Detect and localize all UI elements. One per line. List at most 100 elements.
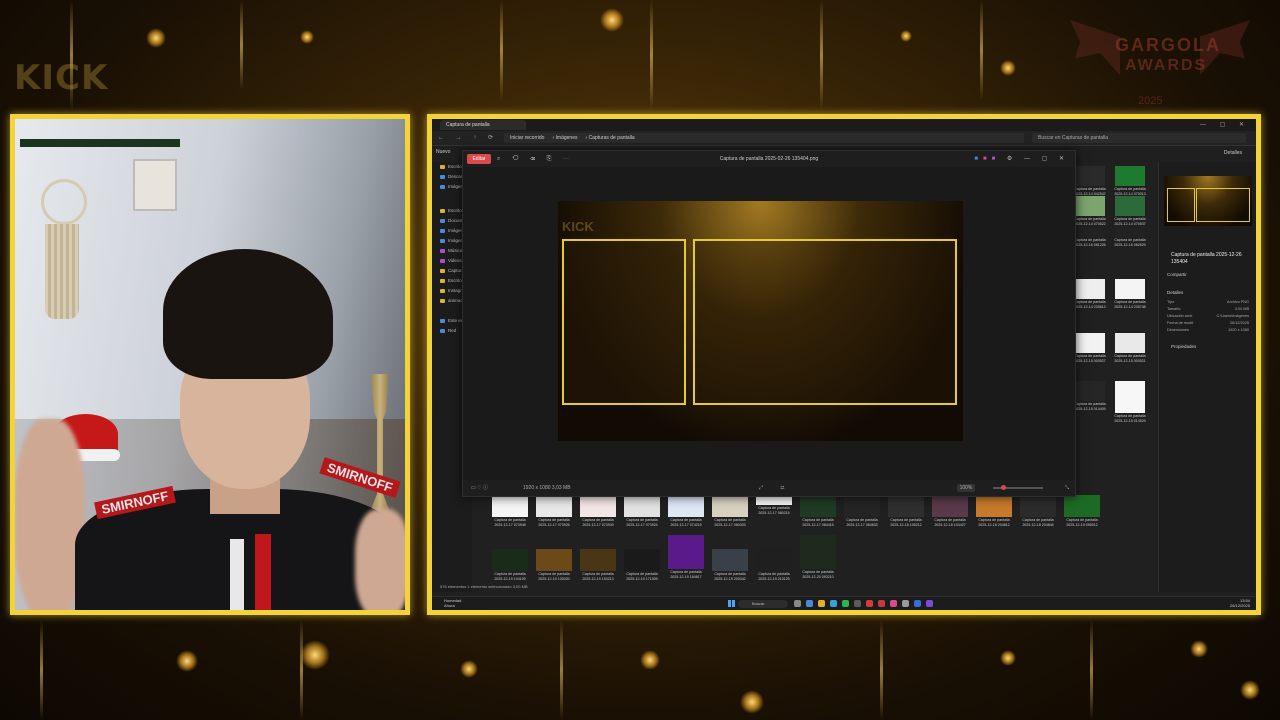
dreamcatcher-ring: [41, 179, 87, 225]
file-thumbnail[interactable]: Captura de pantalla 2025-12-18 105212: [886, 495, 926, 529]
details-row: Ubicación arch. C:\Users\Imágenes: [1167, 314, 1249, 318]
viewer-footer-icons[interactable]: ▭ ♡ ⓘ: [471, 480, 488, 496]
file-thumbnail[interactable]: Captura de pantalla 2025-12-17 073926: [534, 495, 574, 529]
fullscreen-icon[interactable]: ⤡: [1065, 480, 1069, 496]
details-filename: Captura de pantalla 2025-12-26 135404: [1171, 252, 1242, 265]
file-thumbnail[interactable]: Captura de pantalla 2025-12-19 171509: [622, 549, 662, 583]
address-bar: ← → ↑ ⟳ Iniciar recorrido › Imágenes › Cap…: [432, 131, 1256, 146]
folder-icon[interactable]: [818, 600, 825, 607]
share-button[interactable]: Compartir: [1167, 272, 1187, 277]
details-preview: [1164, 176, 1252, 226]
photo-viewer: Editar ⌕ ⟲ ⌫ ⎘ ⋯ Captura de pantalla 202…: [462, 150, 1076, 497]
event-logo-line1: GARGOLA: [1115, 35, 1221, 55]
file-thumbnail[interactable]: Captura de pantalla 2025-12-16 082629: [1114, 227, 1146, 267]
preview-frame-left: [562, 239, 686, 405]
screen-capture: Captura de pantalla — ▢ ✕ ← → ↑ ⟳ Inicia…: [427, 114, 1261, 615]
image-info: 1920 x 1080 3,03 MB: [523, 485, 571, 491]
windows-start-icon[interactable]: [728, 600, 735, 607]
preview-kick-logo: KICK: [562, 219, 594, 234]
file-thumbnail[interactable]: Captura de pantalla 2025-12-17 080303: [710, 495, 750, 529]
details-pane: Captura de pantalla 2025-12-26 135404 Co…: [1158, 162, 1256, 592]
dreamcatcher-tassel: [45, 224, 79, 319]
opera-icon[interactable]: [866, 600, 873, 607]
file-thumbnail[interactable]: Captura de pantalla 2025-12-19 184817: [666, 535, 706, 579]
nav-arrows-icon[interactable]: ← → ↑ ⟳: [438, 131, 498, 145]
viewer-window-controls[interactable]: ■■■ ⚙ — ▢ ✕: [974, 154, 1069, 164]
file-thumbnail[interactable]: Captura de pantalla 2025-12-15 000527: [1074, 333, 1106, 373]
app-icon[interactable]: [914, 600, 921, 607]
file-thumbnail[interactable]: Captura de pantalla 2025-12-17 084633: [842, 495, 882, 529]
preview-frame-right: [693, 239, 957, 405]
file-thumbnail[interactable]: Captura de pantalla 2025-12-15 014529: [1114, 381, 1146, 423]
details-heading: Detalles: [1167, 290, 1184, 295]
kick-logo: KICK: [14, 58, 109, 98]
file-thumbnail[interactable]: Captura de pantalla 2025-12-17 073939: [578, 495, 618, 529]
file-thumbnail[interactable]: Captura de pantalla 2025-12-19 095012: [1062, 495, 1102, 529]
zoom-slider[interactable]: [993, 485, 1043, 490]
file-thumbnail[interactable]: Captura de pantalla 2025-12-17 073924: [622, 495, 662, 529]
file-thumbnail[interactable]: Captura de pantalla 2025-12-17 080215: [754, 495, 794, 529]
details-row: Tamaño 3,00 MB: [1167, 307, 1249, 311]
event-logo-line2: AWARDS: [1125, 57, 1208, 74]
breadcrumb-item[interactable]: Imágenes: [556, 135, 578, 141]
file-thumbnail[interactable]: Captura de pantalla 2025-12-15 014409: [1074, 381, 1106, 421]
event-logo: GARGOLA AWARDS 2025: [1070, 15, 1250, 107]
taskbar: Humedad Ahora Buscar 13:54 26/12/2025: [432, 596, 1256, 610]
chrome-icon[interactable]: [878, 600, 885, 607]
breadcrumb[interactable]: Iniciar recorrido › Imágenes › Capturas de…: [504, 133, 1024, 143]
app-icon[interactable]: [854, 600, 861, 607]
file-thumbnail[interactable]: Captura de pantalla 2025-12-18 204812: [974, 495, 1014, 529]
file-thumbnail[interactable]: Captura de pantalla 2025-12-14 235748: [1114, 279, 1146, 319]
task-view-icon[interactable]: [794, 600, 801, 607]
fit-icons[interactable]: ⤢ ⇄: [759, 480, 792, 496]
file-thumbnail[interactable]: Captura de pantalla 2025-12-17 073948: [490, 495, 530, 529]
app-icon[interactable]: [926, 600, 933, 607]
hair: [163, 249, 333, 379]
weather-widget[interactable]: Humedad Ahora: [444, 598, 461, 608]
window-controls[interactable]: — ▢ ✕: [1200, 119, 1250, 131]
status-bar: 576 elementos 1 elemento seleccionado 3,…: [440, 584, 528, 589]
explorer-titlebar: Captura de pantalla — ▢ ✕: [432, 119, 1256, 131]
file-thumbnail[interactable]: Captura de pantalla 2025-12-20 093210: [798, 535, 838, 579]
details-row: Tipo Archivo PNG: [1167, 300, 1249, 304]
file-thumbnail[interactable]: Captura de pantalla 2025-12-14 235613: [1074, 279, 1106, 319]
file-thumbnail[interactable]: Captura de pantalla 2025-12-19 210125: [754, 549, 794, 583]
breadcrumb-item[interactable]: Capturas de pantalla: [589, 135, 635, 141]
edge-icon[interactable]: [830, 600, 837, 607]
file-thumbnail[interactable]: Captura de pantalla 2025-12-19 104109: [490, 549, 530, 583]
shirt-stripe-white: [230, 539, 244, 610]
app-icon[interactable]: [890, 600, 897, 607]
details-row: Fecha de modif. 26/12/2025: [1167, 321, 1249, 325]
taskbar-clock[interactable]: 13:54 26/12/2025: [1230, 598, 1250, 608]
viewer-footer: ▭ ♡ ⓘ 1920 x 1080 3,03 MB ⤢ ⇄ 100% ⤡: [463, 480, 1075, 496]
webcam-feed: SMIRNOFF SMIRNOFF: [10, 114, 410, 615]
file-thumbnail[interactable]: Captura de pantalla 2025-12-19 153213: [578, 549, 618, 583]
app-icon[interactable]: [806, 600, 813, 607]
app-icon[interactable]: [902, 600, 909, 607]
file-thumbnail[interactable]: Captura de pantalla 2025-12-18 204844: [1018, 495, 1058, 529]
details-button[interactable]: Detalles: [1224, 150, 1242, 156]
zoom-level[interactable]: 100%: [957, 484, 975, 492]
file-thumbnail[interactable]: Captura de pantalla 2025-12-16 081226: [1074, 227, 1106, 267]
file-thumbnail[interactable]: Captura de pantalla 2025-12-17 084415: [798, 495, 838, 529]
taskbar-search[interactable]: Buscar: [738, 600, 788, 608]
wall-frame: [133, 159, 177, 211]
details-row: Dimensiones 1920 x 1080: [1167, 328, 1249, 332]
file-thumbnail[interactable]: Captura de pantalla 2025-12-15 000521: [1114, 333, 1146, 373]
file-thumbnail[interactable]: Captura de pantalla 2025-12-17 074215: [666, 495, 706, 529]
screenshot-preview: KICK: [558, 201, 963, 441]
shirt-stripe-red: [255, 534, 271, 610]
search-input[interactable]: Buscar en Capturas de pantalla: [1032, 133, 1246, 143]
wing-left-icon: [1070, 20, 1120, 75]
new-button[interactable]: Nuevo: [436, 149, 450, 155]
file-thumbnail[interactable]: Captura de pantalla 2025-12-19 130020: [534, 549, 574, 583]
event-logo-year: 2025: [1138, 95, 1163, 107]
properties-button[interactable]: Propiedades: [1171, 344, 1196, 349]
file-thumbnail[interactable]: Captura de pantalla 2025-12-18 104427: [930, 495, 970, 529]
breadcrumb-item[interactable]: Iniciar recorrido: [510, 135, 544, 141]
hand-right: [355, 509, 405, 610]
file-thumbnail[interactable]: Captura de pantalla 2025-12-19 200342: [710, 549, 750, 583]
tab-captura[interactable]: Captura de pantalla: [440, 120, 526, 130]
spotify-icon[interactable]: [842, 600, 849, 607]
viewer-toolbar: Editar ⌕ ⟲ ⌫ ⎘ ⋯ Captura de pantalla 202…: [463, 151, 1075, 167]
